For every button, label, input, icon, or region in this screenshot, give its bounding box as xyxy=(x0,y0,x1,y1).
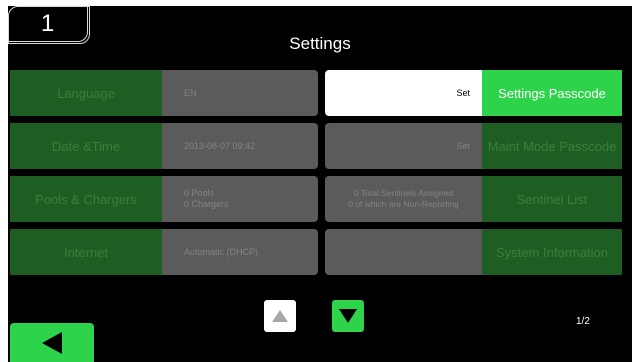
internet-value: Automatic (DHCP) xyxy=(162,229,318,275)
settings-passcode-value: Set xyxy=(325,70,482,116)
scroll-down-button[interactable] xyxy=(332,300,364,332)
chargers-count: 0 Chargers xyxy=(184,199,229,209)
pools-count: 0 Pools xyxy=(184,188,215,198)
language-button[interactable]: Language xyxy=(10,70,162,116)
scroll-up-button[interactable] xyxy=(264,300,296,332)
system-info-value xyxy=(325,229,482,275)
sentinels-non-reporting: 0 of which are Non-Reporting xyxy=(348,199,459,209)
internet-button[interactable]: Internet xyxy=(10,229,162,275)
maint-mode-passcode-button[interactable]: Maint Mode Passcode xyxy=(482,123,622,169)
date-time-value: 2013-08-07 09:42 xyxy=(162,123,318,169)
page-title: Settings xyxy=(289,34,351,53)
sentinel-summary: 0 Total Sentinels Assigned 0 of which ar… xyxy=(325,176,482,222)
date-time-button[interactable]: Date &Time xyxy=(10,123,162,169)
settings-row-language: Language EN Set Settings Passcode xyxy=(10,70,622,116)
language-value: EN xyxy=(162,70,318,116)
sentinels-assigned: 0 Total Sentinels Assigned xyxy=(353,188,454,198)
triangle-up-icon xyxy=(272,310,288,322)
settings-row-datetime: Date &Time 2013-08-07 09:42 Set Maint Mo… xyxy=(10,123,622,169)
settings-row-pools: Pools & Chargers 0 Pools 0 Chargers 0 To… xyxy=(10,176,622,222)
system-information-button[interactable]: System Information xyxy=(482,229,622,275)
maint-passcode-value: Set xyxy=(325,123,482,169)
settings-passcode-button[interactable]: Settings Passcode xyxy=(482,70,622,116)
screen-number: 1 xyxy=(8,6,88,42)
page-indicator: 1/2 xyxy=(576,316,590,327)
triangle-left-icon xyxy=(42,331,62,354)
triangle-down-icon xyxy=(339,309,357,323)
back-button[interactable] xyxy=(10,323,94,362)
sentinel-list-button[interactable]: Sentinel List xyxy=(482,176,622,222)
settings-screen: 1 Settings Language EN Set Settings Pass… xyxy=(0,0,632,362)
pools-chargers-value: 0 Pools 0 Chargers xyxy=(162,176,318,222)
settings-row-internet: Internet Automatic (DHCP) System Informa… xyxy=(10,229,622,275)
pools-chargers-button[interactable]: Pools & Chargers xyxy=(10,176,162,222)
